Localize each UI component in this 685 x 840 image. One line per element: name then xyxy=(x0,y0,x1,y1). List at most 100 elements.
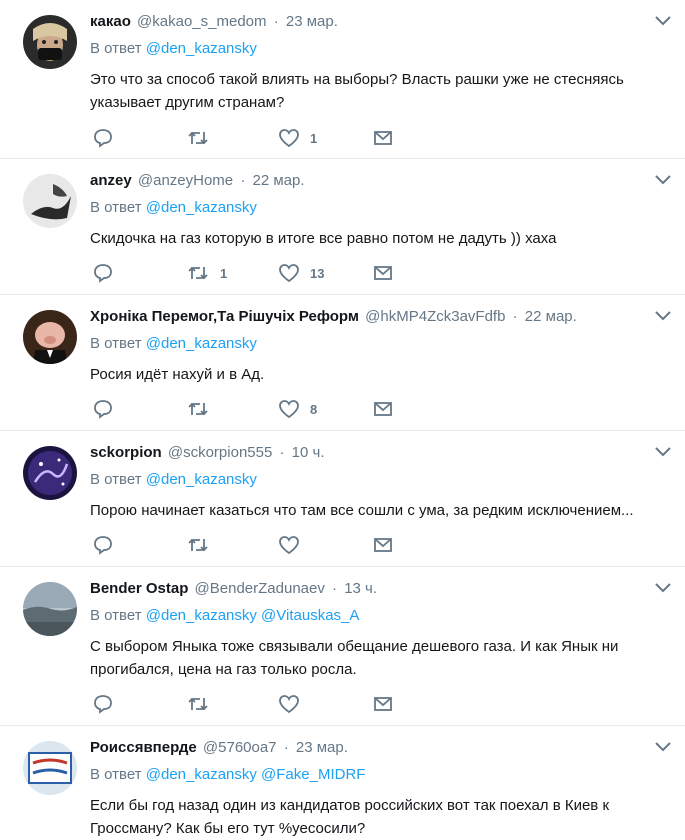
timestamp[interactable]: 22 мар. xyxy=(253,172,305,189)
user-handle[interactable]: @kakao_s_medom xyxy=(137,13,266,30)
like-button[interactable]: 8 xyxy=(278,398,317,420)
message-button[interactable] xyxy=(372,127,394,149)
reply-button[interactable] xyxy=(92,398,114,420)
mention-link[interactable]: @den_kazansky xyxy=(146,471,257,488)
retweet-icon xyxy=(188,131,208,145)
timestamp[interactable]: 23 мар. xyxy=(296,739,348,756)
retweet-icon xyxy=(188,538,208,552)
mention-link[interactable]: @Vitauskas_A xyxy=(261,607,359,624)
display-name[interactable]: sckorpion xyxy=(90,444,162,461)
timestamp[interactable]: 13 ч. xyxy=(344,580,377,597)
separator-dot: · xyxy=(273,13,279,30)
chevron-down-icon[interactable] xyxy=(653,14,673,28)
envelope-icon xyxy=(374,538,392,552)
tweet: sckorpion @sckorpion555 · 10 ч. В ответ … xyxy=(0,431,685,567)
like-button[interactable] xyxy=(278,534,310,556)
user-handle[interactable]: @sckorpion555 xyxy=(168,444,272,461)
mention-link[interactable]: @den_kazansky xyxy=(146,766,257,783)
retweet-icon xyxy=(188,402,208,416)
tweet-header: Bender Ostap @BenderZadunaev · 13 ч. xyxy=(90,579,645,599)
envelope-icon xyxy=(374,402,392,416)
reply-label: В ответ xyxy=(90,766,142,783)
reply-icon xyxy=(94,129,112,148)
avatar[interactable] xyxy=(23,174,77,228)
display-name[interactable]: Роиссявперде xyxy=(90,739,197,756)
envelope-icon xyxy=(374,266,392,280)
timestamp[interactable]: 23 мар. xyxy=(286,13,338,30)
like-button[interactable] xyxy=(278,693,310,715)
reply-button[interactable] xyxy=(92,534,114,556)
reply-label: В ответ xyxy=(90,40,142,57)
message-button[interactable] xyxy=(372,534,394,556)
envelope-icon xyxy=(374,131,392,145)
retweet-button[interactable] xyxy=(186,127,220,149)
tweet-header: какао @kakao_s_medom · 23 мар. xyxy=(90,12,645,32)
avatar[interactable] xyxy=(23,310,77,364)
heart-icon xyxy=(279,400,299,419)
like-button[interactable]: 13 xyxy=(278,262,324,284)
mention-link[interactable]: @den_kazansky xyxy=(146,199,257,216)
display-name[interactable]: какао xyxy=(90,13,131,30)
message-button[interactable] xyxy=(372,262,394,284)
avatar[interactable] xyxy=(23,582,77,636)
reply-label: В ответ xyxy=(90,335,142,352)
avatar[interactable] xyxy=(23,15,77,69)
chevron-down-icon[interactable] xyxy=(653,173,673,187)
mention-link[interactable]: @den_kazansky xyxy=(146,335,257,352)
reply-context: В ответ @den_kazansky xyxy=(90,335,257,352)
retweet-button[interactable] xyxy=(186,398,220,420)
like-count: 1 xyxy=(310,130,318,146)
heart-icon xyxy=(279,536,299,555)
message-button[interactable] xyxy=(372,398,394,420)
reply-context: В ответ @den_kazansky xyxy=(90,471,257,488)
mention-link[interactable]: @den_kazansky xyxy=(146,40,257,57)
user-handle[interactable]: @5760oa7 xyxy=(203,739,277,756)
like-count: 8 xyxy=(310,401,318,417)
display-name[interactable]: Хроніка Перемог,Та Рішучіх Реформ xyxy=(90,308,359,325)
timestamp[interactable]: 22 мар. xyxy=(525,308,577,325)
user-handle[interactable]: @hkMP4Zck3avFdfb xyxy=(365,308,505,325)
reply-button[interactable] xyxy=(92,262,114,284)
avatar[interactable] xyxy=(23,446,77,500)
chevron-down-icon[interactable] xyxy=(653,581,673,595)
mention-link[interactable]: @den_kazansky xyxy=(146,607,257,624)
chevron-down-icon[interactable] xyxy=(653,740,673,754)
user-handle[interactable]: @anzeyHome xyxy=(138,172,233,189)
timestamp[interactable]: 10 ч. xyxy=(292,444,325,461)
chevron-down-icon[interactable] xyxy=(653,445,673,459)
tweet-actions: 1 13 xyxy=(90,262,410,284)
chevron-down-icon[interactable] xyxy=(653,309,673,323)
display-name[interactable]: anzey xyxy=(90,172,132,189)
mention-link[interactable]: @Fake_MIDRF xyxy=(261,766,365,783)
like-button[interactable]: 1 xyxy=(278,127,317,149)
reply-button[interactable] xyxy=(92,693,114,715)
tweet: Роиссявперде @5760oa7 · 23 мар. В ответ … xyxy=(0,726,685,840)
reply-button[interactable] xyxy=(92,127,114,149)
retweet-count: 1 xyxy=(220,265,228,281)
reply-label: В ответ xyxy=(90,199,142,216)
retweet-button[interactable]: 1 xyxy=(186,262,227,284)
retweet-button[interactable] xyxy=(186,693,220,715)
tweet-actions: 1 xyxy=(90,127,410,149)
retweet-button[interactable] xyxy=(186,534,220,556)
tweet-actions xyxy=(90,693,410,715)
user-handle[interactable]: @BenderZadunaev xyxy=(195,580,325,597)
display-name[interactable]: Bender Ostap xyxy=(90,580,188,597)
tweet-text: Если бы год назад один из кандидатов рос… xyxy=(90,797,610,837)
reply-icon xyxy=(94,695,112,714)
tweet: Bender Ostap @BenderZadunaev · 13 ч. В о… xyxy=(0,567,685,726)
tweet-actions xyxy=(90,534,410,556)
separator-dot: · xyxy=(240,172,246,189)
avatar[interactable] xyxy=(23,741,77,795)
tweet-text: С выбором Яныка тоже связывали обещание … xyxy=(90,638,619,678)
retweet-icon xyxy=(188,697,208,711)
tweet: anzey @anzeyHome · 22 мар. В ответ @den_… xyxy=(0,159,685,295)
message-button[interactable] xyxy=(372,693,394,715)
reply-context: В ответ @den_kazansky @Fake_MIDRF xyxy=(90,766,365,783)
tweet-header: sckorpion @sckorpion555 · 10 ч. xyxy=(90,443,645,463)
tweet-text: Это что за способ такой влиять на выборы… xyxy=(90,71,624,111)
separator-dot: · xyxy=(283,739,289,756)
tweet-header: Хроніка Перемог,Та Рішучіх Реформ @hkMP4… xyxy=(90,307,645,327)
tweet-text: Скидочка на газ которую в итоге все равн… xyxy=(90,230,557,247)
tweet: какао @kakao_s_medom · 23 мар. В ответ @… xyxy=(0,0,685,159)
